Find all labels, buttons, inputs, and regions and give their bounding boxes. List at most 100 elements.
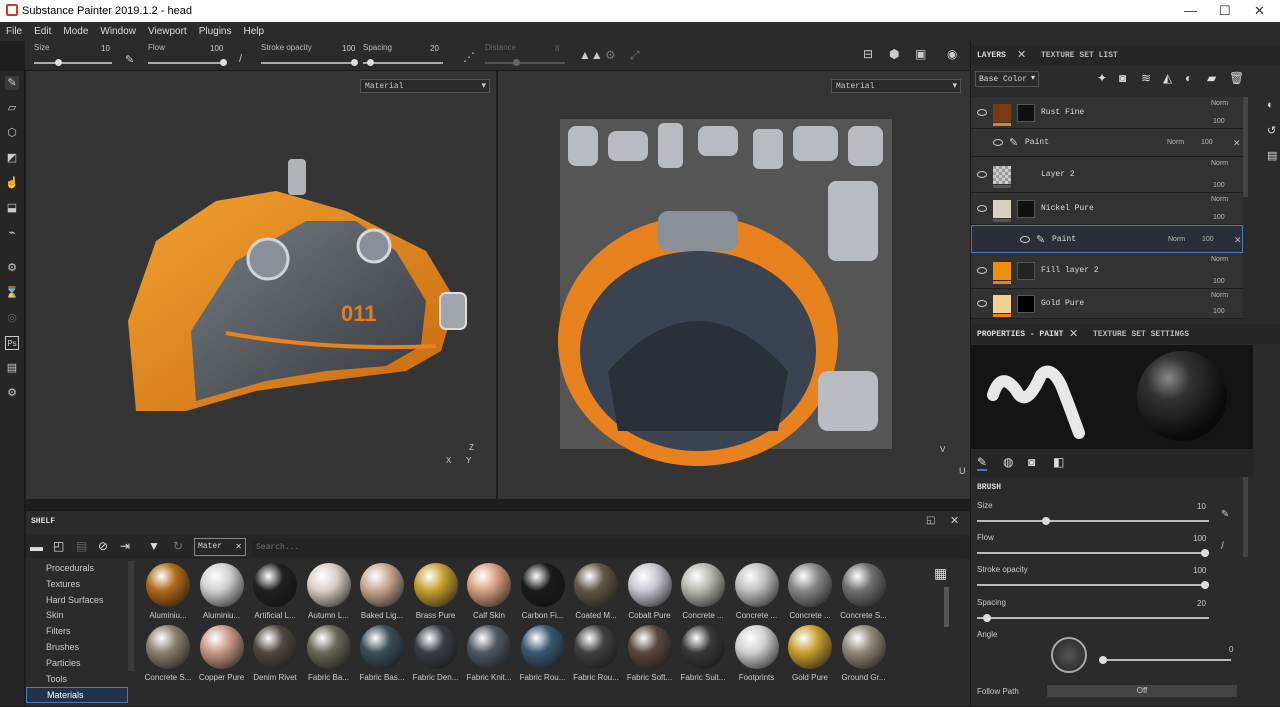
trash-icon[interactable]: ▤ [76, 539, 87, 553]
layer-row[interactable]: Layer 2 Norm 100 [971, 157, 1243, 193]
category-particles[interactable]: Particles [26, 656, 128, 672]
layer-opacity[interactable]: 100 [1213, 278, 1225, 285]
layer-name[interactable]: Paint [1052, 235, 1076, 244]
menu-help[interactable]: Help [238, 22, 271, 37]
angle-dial[interactable] [1051, 637, 1087, 673]
paint-brush-icon[interactable]: ✎ [5, 76, 19, 90]
material-tile[interactable]: Gold Pure [784, 625, 836, 687]
material-tile[interactable]: Cobalt Pure [624, 563, 676, 625]
shelf-search-input[interactable] [252, 538, 960, 556]
display-settings-icon[interactable]: ◐ [1267, 99, 1274, 111]
tab-layers[interactable]: LAYERS [977, 51, 1006, 60]
menu-mode[interactable]: Mode [57, 22, 94, 37]
folder-icon[interactable]: ▬ [30, 539, 43, 554]
symmetry-settings-icon[interactable]: ⚙ [605, 48, 616, 62]
clone-stamp-icon[interactable]: ⬓ [5, 201, 19, 215]
visibility-eye-icon[interactable] [977, 171, 987, 178]
menu-window[interactable]: Window [94, 22, 142, 37]
minimize-button[interactable]: — [1184, 3, 1197, 18]
maximize-button[interactable]: ☐ [1219, 3, 1231, 19]
color-picker-icon[interactable]: ⌁ [5, 226, 19, 240]
layer-name[interactable]: Paint [1025, 138, 1049, 147]
add-mask-icon[interactable]: ◙ [1119, 71, 1126, 85]
layer-blend-mode[interactable]: Norm [1211, 100, 1228, 107]
material-tile[interactable]: Ground Gr... [838, 625, 890, 687]
layer-row[interactable]: ✎ Paint ✕ Norm 100 [971, 129, 1243, 157]
material-tile[interactable]: Artificial L... [249, 563, 301, 625]
import-icon[interactable]: ⇥ [120, 539, 130, 553]
layer-blend-mode[interactable]: Norm [1211, 256, 1228, 263]
brush-size-slider[interactable] [977, 520, 1209, 522]
layer-name[interactable]: Gold Pure [1041, 299, 1084, 308]
brush-spacing-value[interactable]: 20 [1197, 599, 1206, 608]
layer-opacity[interactable]: 100 [1213, 182, 1225, 189]
remove-filter-icon[interactable]: ✕ [235, 542, 242, 552]
material-tile[interactable]: Fabric Knit... [463, 625, 515, 687]
delete-layer-icon[interactable]: 🗑 [1229, 71, 1244, 85]
visibility-eye-icon[interactable] [977, 109, 987, 116]
material-tile[interactable]: Carbon Fi... [517, 563, 569, 625]
polygon-fill-icon[interactable]: ◩ [5, 151, 19, 165]
layer-row[interactable]: Fill layer 2 Norm 100 [971, 253, 1243, 289]
layer-blend-mode[interactable]: Norm [1211, 292, 1228, 299]
close-properties-icon[interactable]: ✕ [1069, 327, 1078, 340]
material-tile[interactable]: Baked Lig... [356, 563, 408, 625]
layer-name[interactable]: Layer 2 [1041, 170, 1075, 179]
layer-row[interactable]: ✎ Paint ✕ Norm 100 [971, 225, 1243, 253]
add-folder-icon[interactable]: ▰ [1207, 71, 1216, 85]
menu-viewport[interactable]: Viewport [142, 22, 193, 37]
flow-value[interactable]: 100 [210, 44, 223, 53]
brush-flow-slider[interactable] [977, 552, 1209, 554]
brush-angle-value[interactable]: 0 [1229, 645, 1233, 654]
material-tile[interactable]: Denim Rivet [249, 625, 301, 687]
undock-icon[interactable]: ◱ [926, 515, 935, 526]
categories-scrollbar[interactable] [128, 561, 134, 671]
visibility-eye-icon[interactable] [977, 267, 987, 274]
brush-flow-knob[interactable] [1201, 549, 1209, 557]
category-brushes[interactable]: Brushes [26, 640, 128, 656]
layers-scrollbar[interactable] [1243, 97, 1248, 197]
material-tile[interactable]: Autumn L... [303, 563, 355, 625]
visibility-eye-icon[interactable] [993, 139, 1003, 146]
properties-scrollbar[interactable] [1243, 477, 1248, 557]
close-layers-icon[interactable]: ✕ [1017, 48, 1026, 61]
add-smart-material-icon[interactable]: ◐ [1185, 71, 1192, 85]
visibility-eye-icon[interactable] [1020, 236, 1030, 243]
material-tile[interactable]: Calf Skin [463, 563, 515, 625]
eraser-icon[interactable]: ▱ [5, 101, 19, 115]
category-skin[interactable]: Skin [26, 608, 128, 624]
filter-icon[interactable]: ▼ [148, 539, 160, 553]
material-tile[interactable]: Concrete ... [731, 563, 783, 625]
bake-icon[interactable]: ⚙ [5, 261, 19, 275]
layer-blend-mode[interactable]: Norm [1167, 139, 1184, 146]
layer-row[interactable]: Gold Pure Norm 100 [971, 289, 1243, 319]
brush-angle-slider[interactable] [1101, 659, 1231, 661]
viewport-2d[interactable]: Material V U [498, 71, 970, 499]
follow-path-toggle[interactable]: Off [1047, 685, 1237, 697]
layer-row[interactable]: Nickel Pure Norm 100 [971, 193, 1243, 225]
size-value[interactable]: 10 [101, 44, 110, 53]
close-button[interactable]: ✕ [1254, 3, 1265, 19]
pen-pressure-icon[interactable]: ✎ [125, 53, 134, 66]
brush-opacity-knob[interactable] [1201, 581, 1209, 589]
camera-icon[interactable]: ▣ [915, 47, 926, 61]
tab-texture-set-settings[interactable]: TEXTURE SET SETTINGS [1093, 330, 1189, 339]
material-tile[interactable]: Aluminiu... [196, 563, 248, 625]
history-icon[interactable]: ↺ [1267, 124, 1276, 137]
material-tab-icon[interactable]: ◧ [1053, 455, 1064, 469]
channel-dropdown[interactable]: Base Color ▾ [975, 71, 1039, 87]
material-tile[interactable]: Fabric Suit... [677, 625, 729, 687]
layer-blend-mode[interactable]: Norm [1168, 236, 1185, 243]
plugin-icon[interactable]: ◎ [5, 311, 19, 325]
add-layer-icon[interactable]: ≋ [1141, 71, 1151, 85]
stencil-tab-icon[interactable]: ◙ [1028, 455, 1035, 469]
brush-flow-pressure-icon[interactable]: / [1221, 541, 1224, 552]
brush-spacing-knob[interactable] [983, 614, 991, 622]
cube-view-icon[interactable]: ⬢ [889, 47, 899, 61]
layer-name[interactable]: Nickel Pure [1041, 204, 1094, 213]
opacity-slider[interactable] [261, 62, 357, 64]
material-tile[interactable]: Footprints [731, 625, 783, 687]
document-icon[interactable]: ▤ [5, 361, 19, 375]
material-tile[interactable]: Coated M... [570, 563, 622, 625]
spacing-value[interactable]: 20 [430, 44, 439, 53]
